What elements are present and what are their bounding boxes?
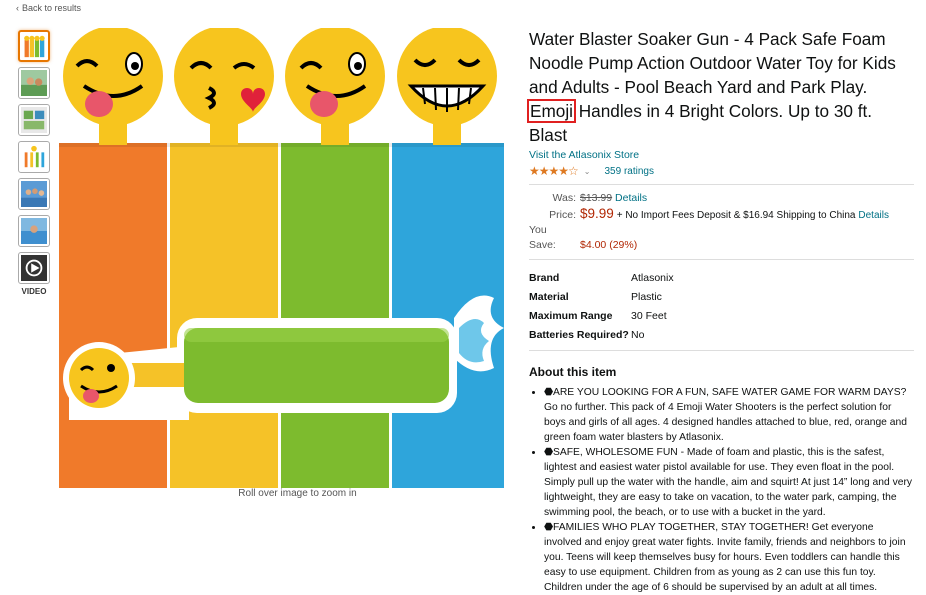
spec-value: 30 Feet [631, 309, 667, 322]
save-amount: $4.00 (29%) [580, 239, 638, 251]
ratings-count-link[interactable]: 359 ratings [605, 166, 654, 177]
divider [529, 259, 914, 260]
back-to-results-link[interactable]: ‹ Back to results [16, 3, 81, 13]
thumbnail-image [21, 70, 47, 96]
star-rating-icon[interactable]: ★★★★☆ [529, 164, 579, 178]
spec-value: Plastic [631, 290, 662, 303]
thumbnail-image [21, 181, 47, 207]
list-item: ⬣SAFE, WHOLESOME FUN - Made of foam and … [544, 445, 914, 520]
thumbnail-3[interactable] [18, 104, 50, 136]
thumbnail-4[interactable] [18, 141, 50, 173]
back-label: Back to results [22, 3, 82, 13]
spec-row: Material Plastic [529, 287, 914, 306]
spec-key: Batteries Required? [529, 328, 629, 341]
list-item: ⬣FAMILIES WHO PLAY TOGETHER, STAY TOGETH… [544, 520, 914, 595]
main-product-image[interactable] [59, 28, 504, 488]
product-specs: Brand Atlasonix Material Plastic Maximum R… [529, 268, 914, 344]
spec-value: Atlasonix [631, 271, 674, 284]
spec-key: Maximum Range [529, 309, 613, 322]
emoji-kiss-heart-icon [174, 28, 274, 126]
price-block: Was: $13.99 Details Price: $9.99 + No Impo… [529, 191, 914, 253]
thumbnail-image [24, 35, 45, 58]
shipping-text: + No Import Fees Deposit & $16.94 Shippi… [616, 210, 856, 221]
divider [529, 184, 914, 185]
spec-row: Batteries Required? No [529, 325, 914, 344]
visit-store-link[interactable]: Visit the Atlasonix Store [529, 149, 914, 161]
spec-key: Material [529, 290, 569, 303]
chevron-down-icon[interactable]: ⌄ [584, 167, 591, 176]
emoji-wink-tongue-icon [285, 28, 385, 126]
title-highlight-emoji: Emoji [527, 99, 576, 123]
spec-row: Maximum Range 30 Feet [529, 306, 914, 325]
thumbnail-2[interactable] [18, 67, 50, 99]
emoji-grin-icon [397, 28, 497, 126]
was-label: Was: [552, 192, 576, 204]
zoom-hint: Roll over image to zoom in [238, 488, 357, 499]
thumbnail-image [21, 255, 47, 281]
save-label: You Save: [529, 224, 556, 251]
thumbnail-6[interactable] [18, 215, 50, 247]
divider [529, 350, 914, 351]
thumbnail-strip: VIDEO [18, 30, 52, 296]
chevron-left-icon: ‹ [16, 3, 19, 13]
spec-key: Brand [529, 271, 560, 284]
price-label: Price: [549, 209, 576, 221]
thumbnail-image [21, 144, 47, 170]
thumbnail-image [21, 107, 47, 133]
product-title: Water Blaster Soaker Gun - 4 Pack Safe F… [527, 27, 914, 147]
shipping-details-link[interactable]: Details [858, 210, 889, 221]
list-item: ⬣ARE YOU LOOKING FOR A FUN, SAFE WATER G… [544, 385, 914, 445]
thumbnail-image [21, 218, 47, 244]
thumbnail-5[interactable] [18, 178, 50, 210]
video-label: VIDEO [21, 287, 47, 296]
spec-row: Brand Atlasonix [529, 268, 914, 287]
rating-row: ★★★★☆ ⌄ 359 ratings [529, 164, 914, 178]
was-price: $13.99 [580, 192, 613, 204]
title-text: Water Blaster Soaker Gun - 4 Pack Safe F… [529, 29, 896, 97]
was-details-link[interactable]: Details [615, 192, 647, 204]
product-info-panel: Water Blaster Soaker Gun - 4 Pack Safe F… [527, 27, 914, 595]
title-text: Handles in 4 Bright Colors. Up to 30 ft.… [529, 101, 873, 145]
about-heading: About this item [529, 365, 617, 379]
thumbnail-1[interactable] [18, 30, 50, 62]
current-price: $9.99 [580, 206, 614, 221]
thumbnail-video[interactable] [18, 252, 50, 284]
spec-value: No [631, 328, 645, 341]
emoji-wink-tongue-icon [63, 28, 163, 126]
